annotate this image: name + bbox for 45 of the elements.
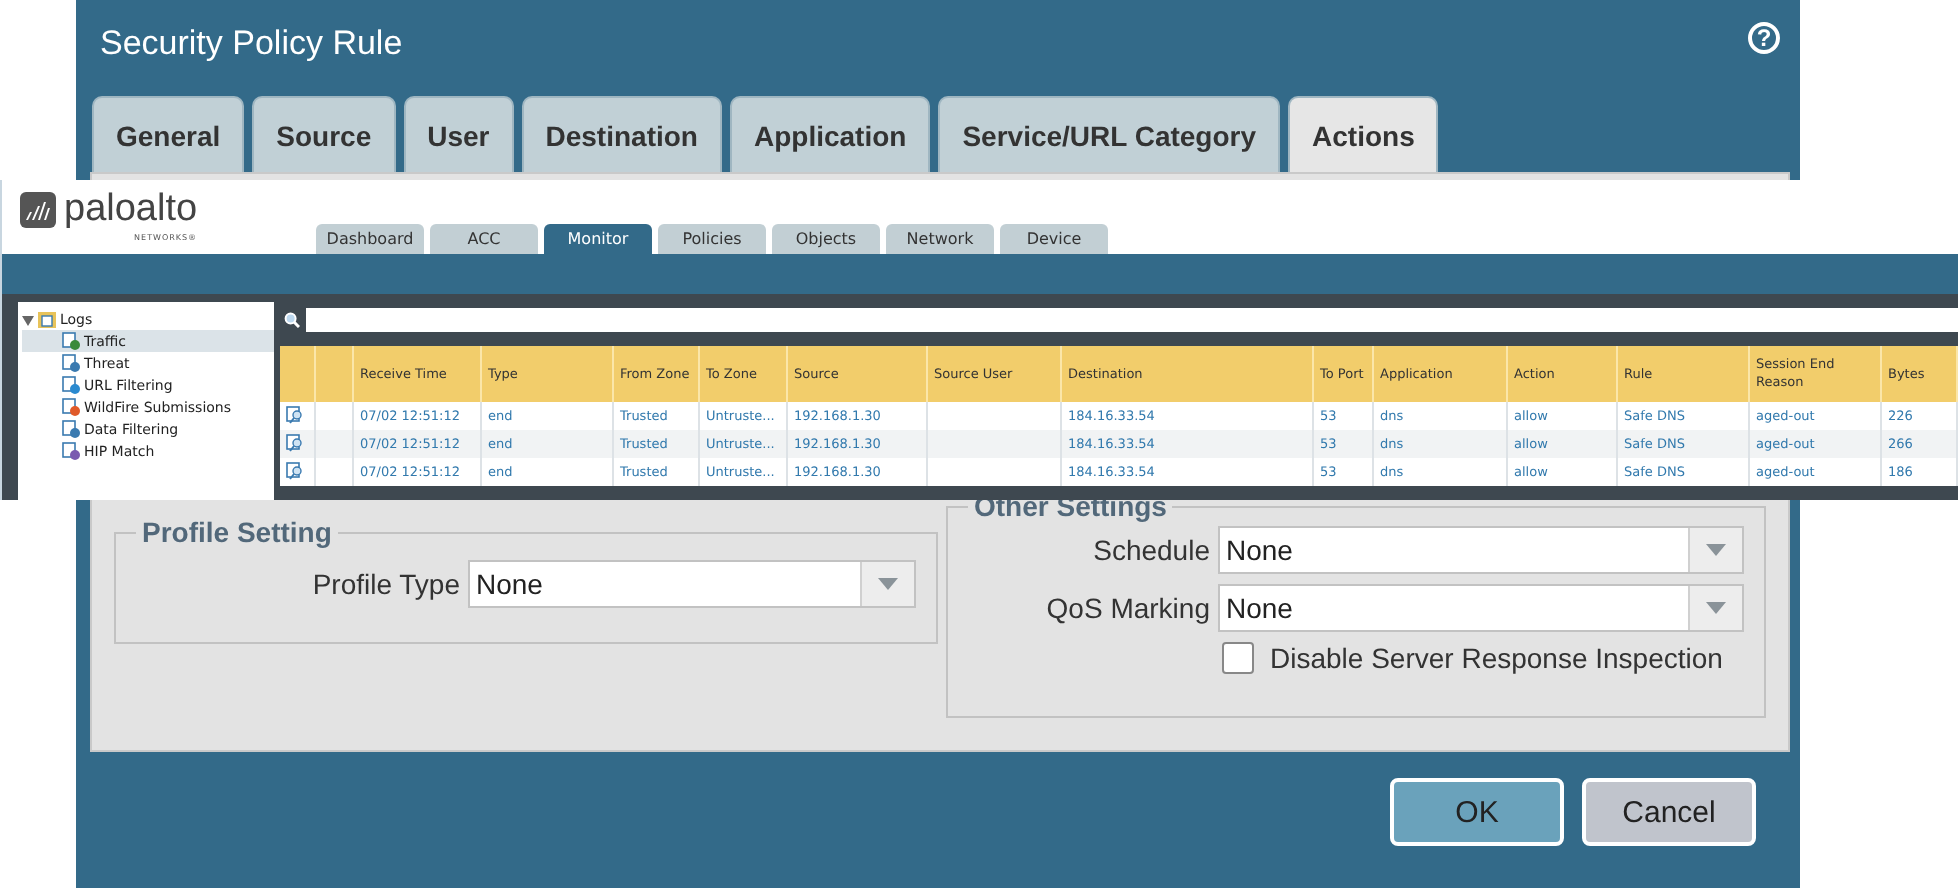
nav-tab[interactable]: Device [1000, 224, 1108, 254]
dropdown-field[interactable]: None [1218, 584, 1744, 632]
log-icon [62, 398, 80, 416]
nav-tab[interactable]: Objects [772, 224, 880, 254]
log-icon [62, 332, 80, 350]
search-field[interactable] [305, 308, 1958, 332]
tab[interactable]: Destination [521, 96, 722, 172]
log-icon [62, 442, 80, 460]
tab[interactable]: General [92, 96, 245, 172]
log-detail-icon[interactable] [285, 405, 303, 423]
dropdown-field[interactable]: None [1218, 526, 1744, 574]
log-detail-icon[interactable] [285, 433, 303, 451]
tab[interactable]: Source [252, 96, 396, 172]
log-icon [62, 420, 80, 438]
caret-icon [878, 578, 898, 590]
nav-tab[interactable]: Dashboard [316, 224, 424, 254]
window-title: Security Policy Rule [100, 24, 403, 64]
ok-button[interactable]: OK [1390, 778, 1564, 846]
cancel-button[interactable]: Cancel [1582, 778, 1756, 846]
tab[interactable]: User [403, 96, 514, 172]
caret-icon [1706, 602, 1726, 614]
field-label: QoS Marking [1046, 592, 1210, 624]
tab[interactable]: Service/URL Category [938, 96, 1281, 172]
log-icon [62, 376, 80, 394]
help-icon[interactable]: ? [1748, 22, 1780, 54]
field-label: Profile Type [312, 568, 460, 600]
checkbox-label: Disable Server Response Inspection [1270, 642, 1723, 674]
tab[interactable]: Application [729, 96, 931, 172]
logo-wordmark: paloalto [64, 192, 198, 228]
search-icon [283, 312, 299, 328]
nav-tab[interactable]: ACC [430, 224, 538, 254]
dropdown-field[interactable]: None [468, 560, 916, 608]
logo-icon [20, 192, 56, 228]
tab[interactable]: Actions [1288, 96, 1439, 172]
nav-tab[interactable]: Network [886, 224, 994, 254]
nav-tab[interactable]: Monitor [544, 224, 652, 254]
nav-tab[interactable]: Policies [658, 224, 766, 254]
log-icon [62, 354, 80, 372]
group-title: Profile Setting [140, 516, 334, 548]
expand-arrow-icon[interactable] [22, 315, 34, 325]
folder-icon [38, 312, 56, 328]
field-label: Schedule [1093, 534, 1210, 566]
checkbox[interactable] [1222, 642, 1254, 674]
log-detail-icon[interactable] [285, 461, 303, 479]
caret-icon [1706, 544, 1726, 556]
